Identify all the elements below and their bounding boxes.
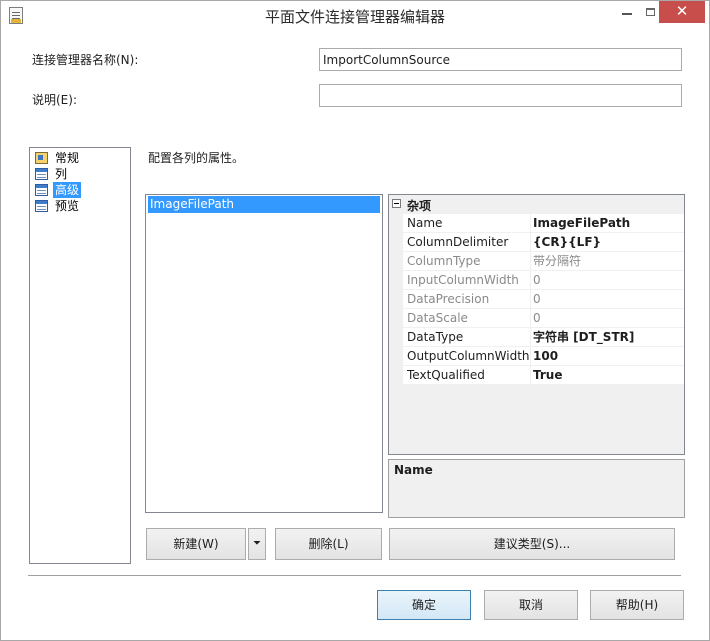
property-category: 杂项 <box>389 195 684 214</box>
maximize-icon <box>645 7 655 16</box>
help-button[interactable]: 帮助(H) <box>590 590 684 620</box>
minimize-button[interactable] <box>613 1 641 23</box>
property-value[interactable]: 100 <box>531 347 684 366</box>
property-value[interactable]: {CR}{LF} <box>531 233 684 252</box>
property-name: DataPrecision <box>403 290 531 309</box>
nav-item-preview[interactable]: 预览 <box>35 198 81 214</box>
window-title: 平面文件连接管理器编辑器 <box>264 8 445 26</box>
property-name: DataType <box>403 328 531 347</box>
property-row-columntype[interactable]: ColumnType 带分隔符 <box>389 252 684 271</box>
delete-button[interactable]: 删除(L) <box>275 528 382 560</box>
nav-item-label: 常规 <box>55 151 80 165</box>
title-bar: 平面文件连接管理器编辑器 ✕ <box>1 1 709 31</box>
maximize-button[interactable] <box>641 1 659 23</box>
property-name: InputColumnWidth <box>403 271 531 290</box>
property-row-textqualified[interactable]: TextQualified True <box>389 366 684 385</box>
description-label: 说明(E): <box>32 93 77 107</box>
advanced-icon <box>35 184 48 196</box>
page-nav: 常规 列 高级 预览 <box>29 147 131 564</box>
property-value: 0 <box>531 309 684 328</box>
connection-name-input[interactable] <box>319 48 682 71</box>
property-name: DataScale <box>403 309 531 328</box>
nav-item-label: 高级 <box>53 182 82 198</box>
property-value: 带分隔符 <box>531 252 684 271</box>
property-value[interactable]: ImageFilePath <box>531 214 684 233</box>
general-icon <box>35 152 48 164</box>
minimize-icon <box>622 12 632 15</box>
property-name: ColumnDelimiter <box>403 233 531 252</box>
property-row-outputcolumnwidth[interactable]: OutputColumnWidth 100 <box>389 347 684 366</box>
list-item[interactable]: ImageFilePath <box>148 196 380 213</box>
instruction-text: 配置各列的属性。 <box>148 151 245 165</box>
property-name: Name <box>403 214 531 233</box>
nav-item-columns[interactable]: 列 <box>35 166 69 182</box>
category-label: 杂项 <box>407 199 432 213</box>
property-value: 0 <box>531 271 684 290</box>
collapse-icon[interactable] <box>392 199 401 208</box>
divider <box>28 575 681 576</box>
property-row-name[interactable]: Name ImageFilePath <box>389 214 684 233</box>
property-name: TextQualified <box>403 366 531 385</box>
preview-icon <box>35 200 48 212</box>
cancel-button[interactable]: 取消 <box>484 590 578 620</box>
property-row-columndelimiter[interactable]: ColumnDelimiter {CR}{LF} <box>389 233 684 252</box>
column-list[interactable]: ImageFilePath <box>145 194 383 513</box>
property-value[interactable]: 字符串 [DT_STR] <box>531 328 684 347</box>
property-row-datatype[interactable]: DataType 字符串 [DT_STR] <box>389 328 684 347</box>
property-value: 0 <box>531 290 684 309</box>
property-row-datascale[interactable]: DataScale 0 <box>389 309 684 328</box>
description-input[interactable] <box>319 84 682 107</box>
chevron-down-icon: ⏷ <box>253 538 261 549</box>
property-row-dataprecision[interactable]: DataPrecision 0 <box>389 290 684 309</box>
property-grid: 杂项 Name ImageFilePath ColumnDelimiter {C… <box>388 194 685 455</box>
new-button[interactable]: 新建(W) <box>146 528 246 560</box>
property-name: OutputColumnWidth <box>403 347 531 366</box>
new-dropdown-button[interactable]: ⏷ <box>248 528 266 560</box>
close-button[interactable]: ✕ <box>659 1 705 23</box>
suggest-types-button[interactable]: 建议类型(S)... <box>389 528 675 560</box>
description-title: Name <box>394 463 433 477</box>
property-description-pane: Name <box>388 459 685 518</box>
ok-button[interactable]: 确定 <box>377 590 471 620</box>
flat-file-editor-dialog: 平面文件连接管理器编辑器 ✕ 连接管理器名称(N): 说明(E): 常规 列 高… <box>0 0 710 641</box>
nav-item-advanced[interactable]: 高级 <box>35 182 82 198</box>
columns-icon <box>35 168 48 180</box>
nav-item-general[interactable]: 常规 <box>35 150 81 166</box>
nav-item-label: 列 <box>55 167 68 181</box>
property-row-inputcolumnwidth[interactable]: InputColumnWidth 0 <box>389 271 684 290</box>
nav-item-label: 预览 <box>55 199 80 213</box>
property-name: ColumnType <box>403 252 531 271</box>
connection-name-label: 连接管理器名称(N): <box>32 53 139 67</box>
property-value[interactable]: True <box>531 366 684 385</box>
